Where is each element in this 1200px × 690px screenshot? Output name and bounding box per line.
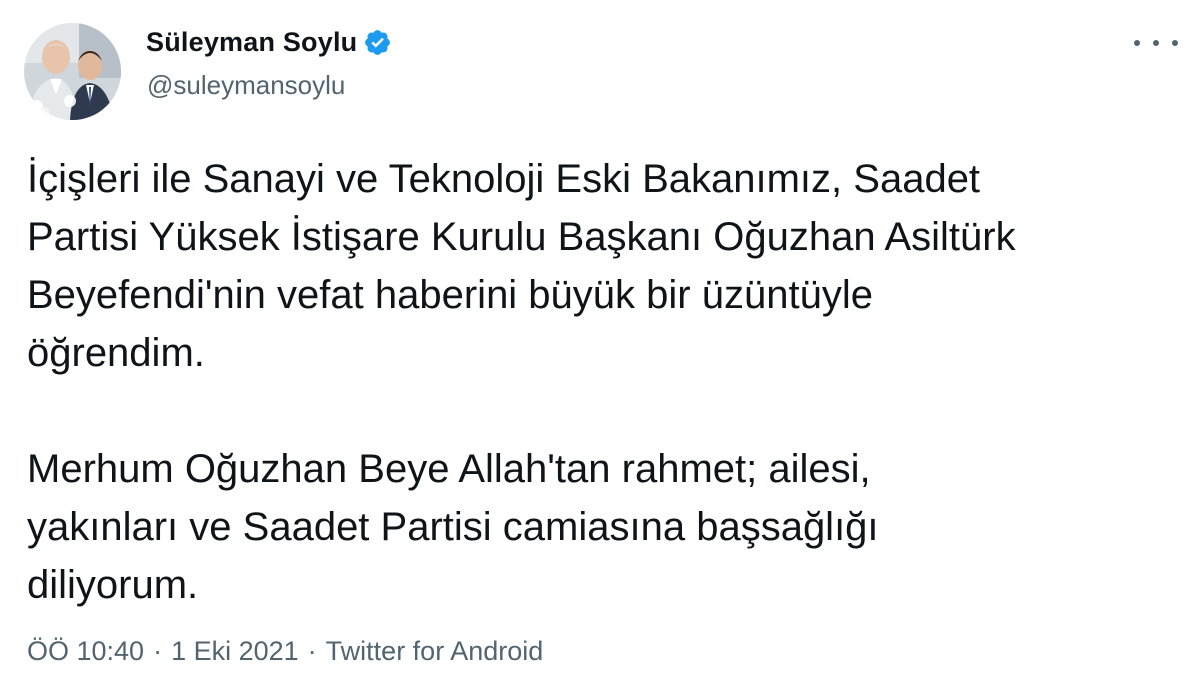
tweet-paragraph: Merhum Oğuzhan Beye Allah'tan rahmet; ai…	[27, 447, 879, 607]
more-dot	[1134, 40, 1140, 46]
author-avatar[interactable]	[24, 23, 121, 120]
author-display-name[interactable]: Süleyman Soylu	[146, 27, 357, 58]
more-options-icon[interactable]	[1134, 31, 1178, 55]
more-dot	[1153, 40, 1159, 46]
author-handle[interactable]: @suleymansoylu	[147, 70, 345, 101]
tweet-text: İçişleri ile Sanayi ve Teknoloji Eski Ba…	[27, 150, 1177, 614]
meta-separator: ·	[153, 636, 163, 666]
tweet-card: Süleyman Soylu @suleymansoylu İçişleri i…	[0, 0, 1200, 690]
author-name-row[interactable]: Süleyman Soylu	[146, 27, 392, 58]
tweet-paragraph: İçişleri ile Sanayi ve Teknoloji Eski Ba…	[27, 157, 1016, 375]
tweet-date[interactable]: 1 Eki 2021	[171, 636, 299, 667]
profile-photo-image	[24, 23, 121, 120]
meta-separator: ·	[307, 636, 317, 666]
tweet-metadata: ÖÖ 10:40 · 1 Eki 2021 · Twitter for Andr…	[27, 636, 543, 667]
tweet-source[interactable]: Twitter for Android	[326, 636, 544, 667]
more-dot	[1172, 40, 1178, 46]
tweet-time[interactable]: ÖÖ 10:40	[27, 636, 144, 667]
verified-badge-icon	[363, 28, 392, 57]
